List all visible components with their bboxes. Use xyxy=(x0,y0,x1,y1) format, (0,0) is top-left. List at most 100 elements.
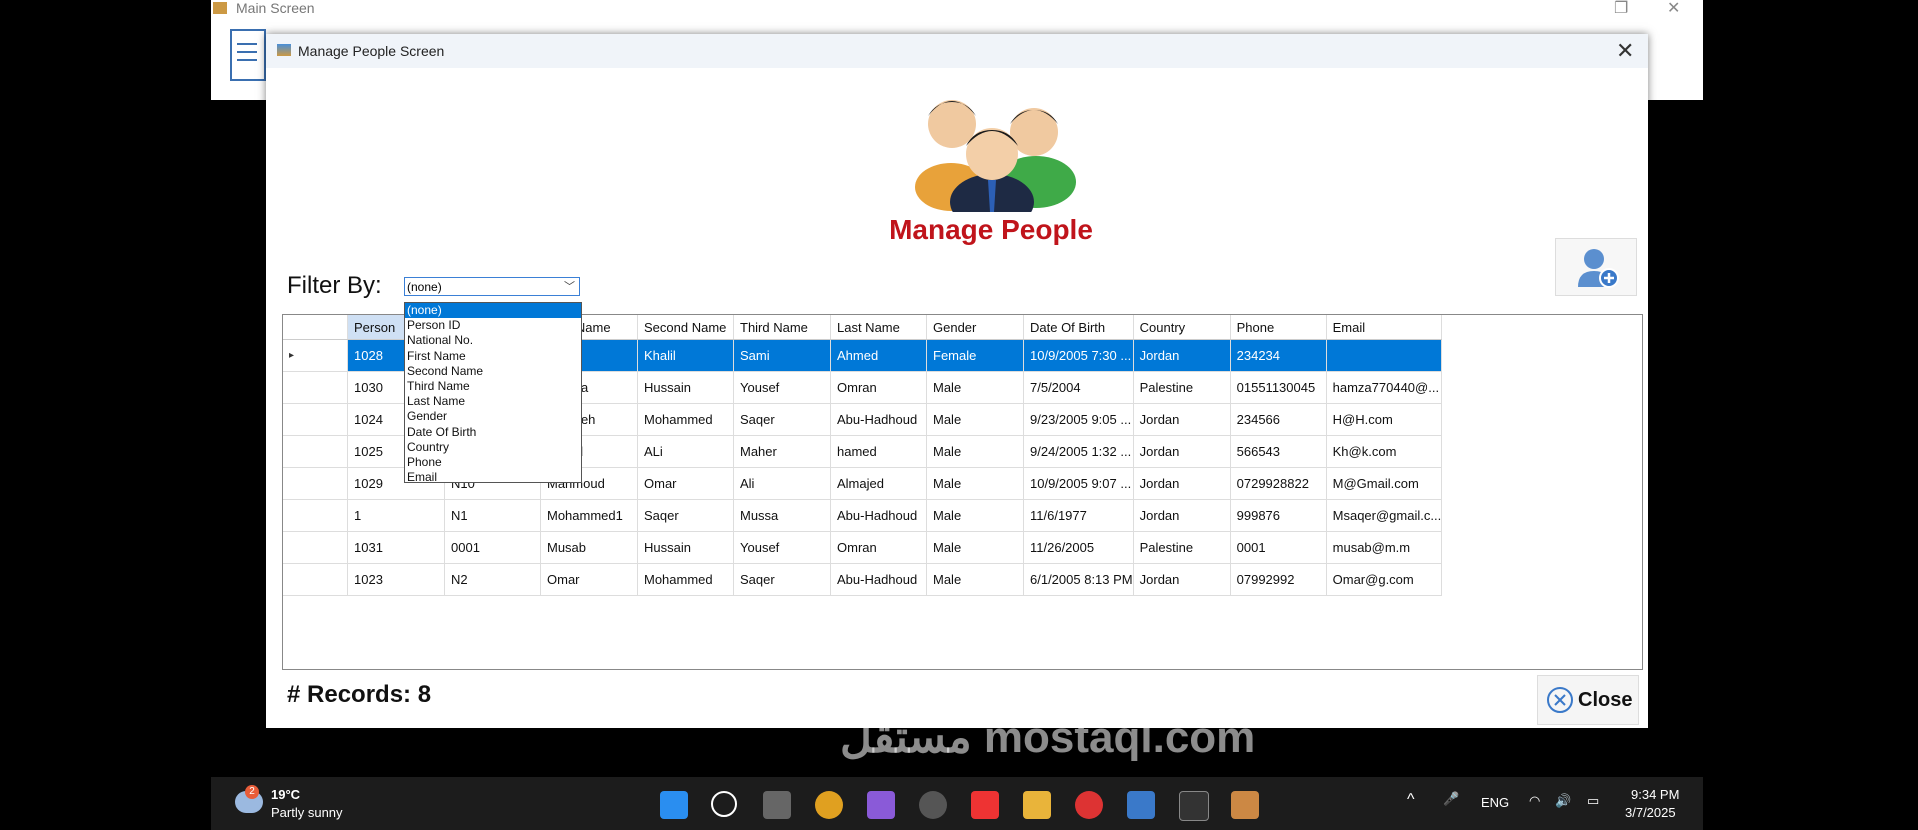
filter-option[interactable]: Gender xyxy=(405,409,581,424)
filter-option[interactable]: Second Name xyxy=(405,364,581,379)
table-cell[interactable]: N1 xyxy=(444,499,541,532)
task-view-icon[interactable] xyxy=(763,791,791,819)
table-cell[interactable]: Ahmed xyxy=(830,339,927,372)
table-cell[interactable]: 11/26/2005 xyxy=(1023,531,1134,564)
table-cell[interactable]: Maher xyxy=(733,435,831,468)
table-cell[interactable]: hamza770440@... xyxy=(1326,371,1443,404)
column-header[interactable]: Date Of Birth xyxy=(1023,315,1134,340)
column-header[interactable]: Email xyxy=(1326,315,1443,340)
table-cell[interactable]: Omran xyxy=(830,531,927,564)
table-cell[interactable]: Male xyxy=(926,531,1024,564)
filter-by-select[interactable]: (none) ﹀ xyxy=(404,277,580,296)
table-cell[interactable]: Khalil xyxy=(637,339,734,372)
table-row[interactable]: 1031 0001 Musab Hussain Yousef Omran Male 11/26… xyxy=(283,531,1443,564)
table-cell[interactable]: 999876 xyxy=(1230,499,1327,532)
filter-option[interactable]: First Name xyxy=(405,349,581,364)
column-header[interactable]: Phone xyxy=(1230,315,1327,340)
column-header[interactable]: Gender xyxy=(926,315,1024,340)
table-cell[interactable]: Mohammed xyxy=(637,403,734,436)
microphone-icon[interactable]: 🎤 xyxy=(1443,791,1459,807)
table-cell[interactable]: 07992992 xyxy=(1230,563,1327,596)
table-cell[interactable]: Abu-Hadhoud xyxy=(830,403,927,436)
chrome-icon[interactable] xyxy=(815,791,843,819)
table-cell[interactable]: 10/9/2005 7:30 ... xyxy=(1023,339,1134,372)
row-header[interactable] xyxy=(283,499,348,532)
table-cell[interactable]: M@Gmail.com xyxy=(1326,467,1443,500)
table-cell[interactable]: Omran xyxy=(830,371,927,404)
table-cell[interactable]: Saqer xyxy=(733,563,831,596)
file-explorer-icon[interactable] xyxy=(1023,791,1051,819)
filter-option[interactable]: Last Name xyxy=(405,394,581,409)
table-cell[interactable]: Msaqer@gmail.c... xyxy=(1326,499,1443,532)
table-cell[interactable]: Male xyxy=(926,435,1024,468)
table-cell[interactable]: 7/5/2004 xyxy=(1023,371,1134,404)
table-cell[interactable]: 0001 xyxy=(1230,531,1327,564)
table-cell[interactable]: Yousef xyxy=(733,371,831,404)
table-cell[interactable]: Omar xyxy=(540,563,638,596)
table-cell[interactable]: Jordan xyxy=(1133,435,1231,468)
table-cell[interactable]: Male xyxy=(926,371,1024,404)
app-icon-2[interactable] xyxy=(919,791,947,819)
battery-icon[interactable]: ▭ xyxy=(1587,793,1599,809)
table-cell[interactable]: 11/6/1977 xyxy=(1023,499,1134,532)
table-cell[interactable]: Ali xyxy=(733,467,831,500)
table-cell[interactable]: musab@m.m xyxy=(1326,531,1443,564)
table-cell[interactable]: Almajed xyxy=(830,467,927,500)
wifi-icon[interactable]: ◠ xyxy=(1529,793,1540,809)
table-cell[interactable]: Yousef xyxy=(733,531,831,564)
close-icon[interactable]: ✕ xyxy=(1667,0,1680,18)
table-cell[interactable]: 1031 xyxy=(347,531,445,564)
table-cell[interactable]: H@H.com xyxy=(1326,403,1443,436)
table-cell[interactable]: Saqer xyxy=(733,403,831,436)
table-cell[interactable]: 566543 xyxy=(1230,435,1327,468)
table-cell[interactable]: Mohammed xyxy=(637,563,734,596)
table-cell[interactable]: Musab xyxy=(540,531,638,564)
filter-option[interactable]: Third Name xyxy=(405,379,581,394)
clock-date[interactable]: 3/7/2025 xyxy=(1625,805,1676,820)
table-cell[interactable]: Male xyxy=(926,499,1024,532)
table-cell[interactable]: Jordan xyxy=(1133,467,1231,500)
table-cell[interactable]: 01551130045 xyxy=(1230,371,1327,404)
row-header[interactable] xyxy=(283,403,348,436)
app-icon-3[interactable] xyxy=(1179,791,1209,821)
wps-icon[interactable] xyxy=(971,791,999,819)
row-header[interactable] xyxy=(283,467,348,500)
table-cell[interactable]: Female xyxy=(926,339,1024,372)
column-header[interactable]: Third Name xyxy=(733,315,831,340)
table-cell[interactable]: Jordan xyxy=(1133,563,1231,596)
table-cell[interactable]: 0001 xyxy=(444,531,541,564)
table-cell[interactable]: Kh@k.com xyxy=(1326,435,1443,468)
dialog-close-icon[interactable]: ✕ xyxy=(1616,38,1634,64)
table-cell[interactable]: Male xyxy=(926,403,1024,436)
filter-option[interactable]: Phone xyxy=(405,455,581,470)
table-cell[interactable]: 234566 xyxy=(1230,403,1327,436)
restore-icon[interactable]: ❐ xyxy=(1614,0,1628,18)
column-header[interactable]: Last Name xyxy=(830,315,927,340)
chevron-up-icon[interactable]: ^ xyxy=(1407,791,1415,809)
table-cell[interactable]: 0729928822 xyxy=(1230,467,1327,500)
close-button[interactable]: Close xyxy=(1537,675,1639,725)
table-cell[interactable]: 234234 xyxy=(1230,339,1327,372)
row-header[interactable] xyxy=(283,563,348,596)
visual-studio-icon[interactable] xyxy=(867,791,895,819)
column-header[interactable]: Country xyxy=(1133,315,1231,340)
table-cell[interactable]: 6/1/2005 8:13 PM xyxy=(1023,563,1134,596)
column-header[interactable]: Second Name xyxy=(637,315,734,340)
clock-time[interactable]: 9:34 PM xyxy=(1631,787,1679,802)
table-cell[interactable]: Omar xyxy=(637,467,734,500)
winforms-app-icon[interactable] xyxy=(1231,791,1259,819)
filter-option[interactable]: Person ID xyxy=(405,318,581,333)
table-cell[interactable]: Hussain xyxy=(637,531,734,564)
table-cell[interactable]: Mohammed1 xyxy=(540,499,638,532)
table-cell[interactable]: 1023 xyxy=(347,563,445,596)
table-cell[interactable]: Mussa xyxy=(733,499,831,532)
row-header[interactable] xyxy=(283,371,348,404)
table-cell[interactable]: hamed xyxy=(830,435,927,468)
table-cell[interactable]: Palestine xyxy=(1133,531,1231,564)
table-cell[interactable]: Omar@g.com xyxy=(1326,563,1443,596)
table-cell[interactable]: Sami xyxy=(733,339,831,372)
table-cell[interactable]: Jordan xyxy=(1133,499,1231,532)
row-header[interactable] xyxy=(283,435,348,468)
filter-by-dropdown-list[interactable]: (none) Person ID National No. First Name Sec… xyxy=(404,302,582,484)
language-indicator[interactable]: ENG xyxy=(1481,795,1509,810)
